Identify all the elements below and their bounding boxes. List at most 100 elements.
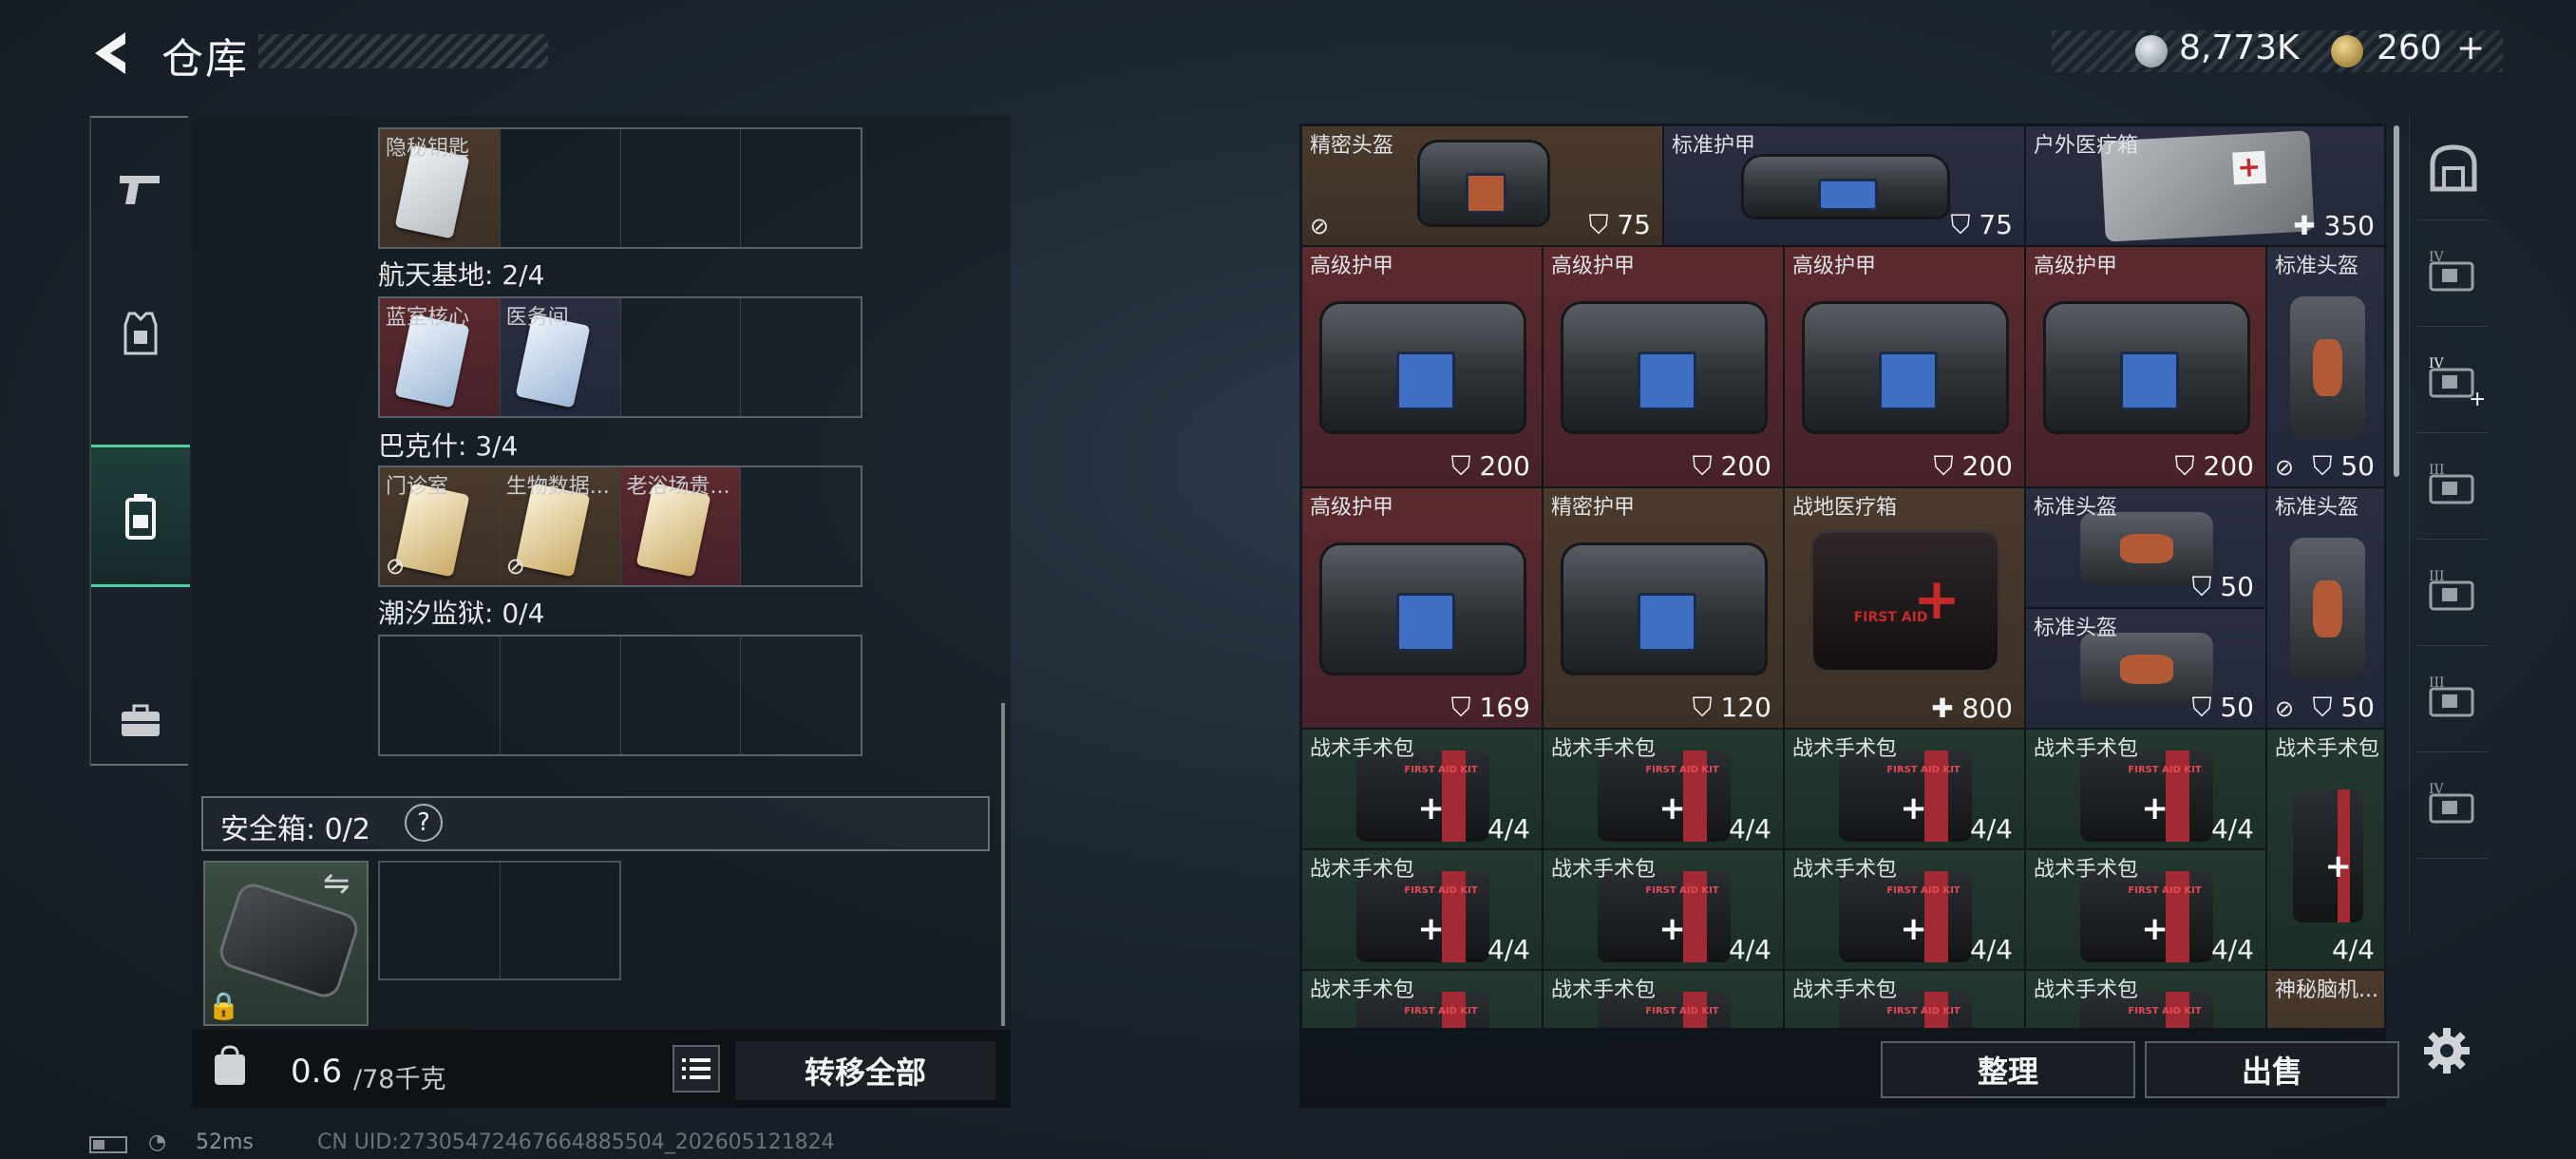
warehouse-item[interactable]: + FIRST AID 战地医疗箱 ✚ 800 (1784, 487, 2025, 729)
warehouse-item[interactable]: 标准头盔 ⛉ 50 (2025, 487, 2266, 608)
warehouse-item[interactable]: 神秘脑机... (2266, 970, 2384, 1028)
item-value: 4/4 (1728, 934, 1771, 965)
kit-print: FIRST AID (1853, 609, 1928, 625)
silver-coin-icon (2135, 35, 2168, 67)
left-scrollbar[interactable] (1001, 703, 1005, 1026)
item-name: 医务间 (505, 306, 569, 330)
item-slot[interactable]: 生物数据... ⊘ (500, 467, 621, 585)
item-value: ⛉ 50 (2191, 692, 2254, 723)
warehouse-item[interactable]: FIRST AID KIT 战术手术包 4/4 (2025, 729, 2266, 849)
item-name: 标准头盔 (2275, 255, 2359, 278)
gear-icon[interactable] (2418, 1022, 2475, 1079)
warehouse-item[interactable]: 标准头盔 ⛉ 50 (2025, 608, 2266, 729)
warehouse-item[interactable]: FIRST AID KIT 战术手术包 (1301, 970, 1543, 1028)
item-slot[interactable]: 门诊室 ⊘ (380, 467, 501, 585)
warehouse-item[interactable]: FIRST AID KIT 战术手术包 (2025, 970, 2266, 1028)
empty-slot[interactable] (741, 298, 861, 416)
warehouse-item[interactable]: FIRST AID KIT 战术手术包 4/4 (1301, 849, 1543, 970)
warehouse-item[interactable]: 高级护甲 ⛉ 200 (2025, 246, 2266, 487)
helmet-icon (2290, 296, 2365, 439)
warehouse-item[interactable]: FIRST AID KIT 战术手术包 (1543, 970, 1784, 1028)
warehouse-item[interactable]: FIRST AID KIT 战术手术包 4/4 (1784, 849, 2025, 970)
warehouse-item[interactable]: FIRST AID KIT 战术手术包 4/4 (1543, 849, 1784, 970)
armor-IV-b-icon: IV (2429, 782, 2474, 823)
warehouse-item[interactable]: FIRST AID KIT 战术手术包 4/4 (1301, 729, 1543, 849)
item-name: 隐秘钥匙 (386, 137, 470, 161)
list-icon (682, 1058, 710, 1079)
armor-III-b-filter[interactable]: III (2417, 542, 2490, 646)
warehouse-item[interactable]: 高级护甲 ⛉ 200 (1543, 246, 1784, 487)
armor-III-c-filter[interactable]: III (2417, 648, 2490, 752)
item-value: ⛉ 50 (2312, 450, 2375, 482)
item-value: 4/4 (1728, 813, 1771, 845)
sort-button[interactable]: 整理 (1881, 1041, 2135, 1098)
helmet-icon (2290, 538, 2365, 680)
armor-tab[interactable] (91, 262, 190, 405)
warehouse-item[interactable]: FIRST AID KIT 战术手术包 4/4 (1784, 729, 2025, 849)
warehouse-item[interactable]: 标准头盔 ⛉ 50 ⊘ (2266, 487, 2384, 729)
kit-print: FIRST AID KIT (2128, 884, 2202, 896)
armor-icon (1801, 301, 2010, 434)
sell-button[interactable]: 出售 (2145, 1041, 2399, 1098)
warehouse-item[interactable]: FIRST AID KIT 战术手术包 (1784, 970, 2025, 1028)
warehouse-item[interactable]: 高级护甲 ⛉ 200 (1301, 246, 1543, 487)
empty-slot[interactable] (380, 863, 501, 978)
empty-slot[interactable] (621, 129, 742, 247)
item-slot[interactable]: 隐秘钥匙 (380, 129, 501, 247)
warehouse-item[interactable]: 标准护甲 ⛉ 75 (1663, 125, 2025, 246)
item-name: 战术手术包 (2034, 737, 2139, 761)
item-name: 战术手术包 (1310, 978, 1415, 1002)
empty-slot[interactable] (621, 298, 742, 416)
empty-slot[interactable] (501, 636, 621, 754)
item-value: 4/4 (1969, 934, 2013, 965)
surgical-kit-icon: FIRST AID KIT (2080, 750, 2213, 842)
empty-slot[interactable] (741, 636, 861, 754)
empty-slot[interactable] (501, 863, 620, 978)
tier-label: III (2429, 463, 2445, 478)
help-button[interactable]: ? (405, 804, 443, 842)
warehouse-item[interactable]: 户外医疗箱 ✚ 350 (2025, 125, 2384, 246)
list-view-button[interactable] (672, 1045, 720, 1092)
armor-IV-b-filter[interactable]: IV (2417, 754, 2490, 859)
warehouse-item[interactable]: FIRST AID KIT 战术手术包 4/4 (1543, 729, 1784, 849)
empty-slot[interactable] (501, 129, 621, 247)
item-value: 4/4 (2210, 813, 2254, 845)
warehouse-item[interactable]: 精密头盔 ⛉ 75 ⊘ (1301, 125, 1663, 246)
empty-slot[interactable] (741, 467, 861, 585)
item-name: 高级护甲 (1310, 496, 1394, 520)
empty-slot[interactable] (741, 129, 861, 247)
swap-icon[interactable]: ⇋ (323, 864, 350, 902)
helmet-filter-filter[interactable] (2417, 116, 2490, 220)
empty-slot[interactable] (380, 636, 501, 754)
lock-icon: 🔒 (207, 990, 240, 1021)
item-name: 战术手术包 (1792, 978, 1898, 1002)
warehouse-item[interactable]: 战术手术包 4/4 (2266, 729, 2384, 970)
armor-III-filter[interactable]: III (2417, 435, 2490, 540)
item-slot[interactable]: 蓝室核心 (380, 298, 501, 416)
secret-key-row: 隐秘钥匙 (378, 127, 862, 249)
add-gold-button[interactable]: + (2456, 28, 2485, 67)
warehouse-item[interactable]: 精密护甲 ⛉ 120 (1543, 487, 1784, 729)
no-trade-icon: ⊘ (505, 553, 525, 580)
briefcase-tab[interactable] (91, 650, 190, 792)
backpack-tab[interactable] (91, 445, 190, 587)
empty-slot[interactable] (621, 636, 742, 754)
item-name: 高级护甲 (1792, 255, 1877, 278)
first-aid-kit-icon: + FIRST AID (1810, 530, 2000, 673)
warehouse-item[interactable]: 高级护甲 ⛉ 200 (1784, 246, 2025, 487)
back-arrow-icon[interactable] (87, 27, 133, 80)
warehouse-scrollbar[interactable] (2394, 125, 2399, 477)
kit-print: FIRST AID KIT (1404, 884, 1478, 896)
armor-IV-filter[interactable]: IV (2417, 222, 2490, 327)
transfer-all-button[interactable]: 转移全部 (735, 1041, 995, 1100)
warehouse-item[interactable]: 高级护甲 ⛉ 169 (1301, 487, 1543, 729)
warehouse-item[interactable]: 标准头盔 ⛉ 50 ⊘ (2266, 246, 2384, 487)
surgical-kit-icon: FIRST AID KIT (1598, 870, 1731, 962)
weapon-tab[interactable] (91, 118, 190, 260)
armor-IV-plus-filter[interactable]: IV + (2417, 329, 2490, 433)
item-slot[interactable]: 医务间 (500, 298, 621, 416)
warehouse-item[interactable]: FIRST AID KIT 战术手术包 4/4 (2025, 849, 2266, 970)
item-slot[interactable]: 老浴场贵... (620, 467, 742, 585)
item-value: ⛉ 50 (2312, 692, 2375, 723)
right-filter-nav: IV IV + III III III IV (2409, 116, 2496, 933)
